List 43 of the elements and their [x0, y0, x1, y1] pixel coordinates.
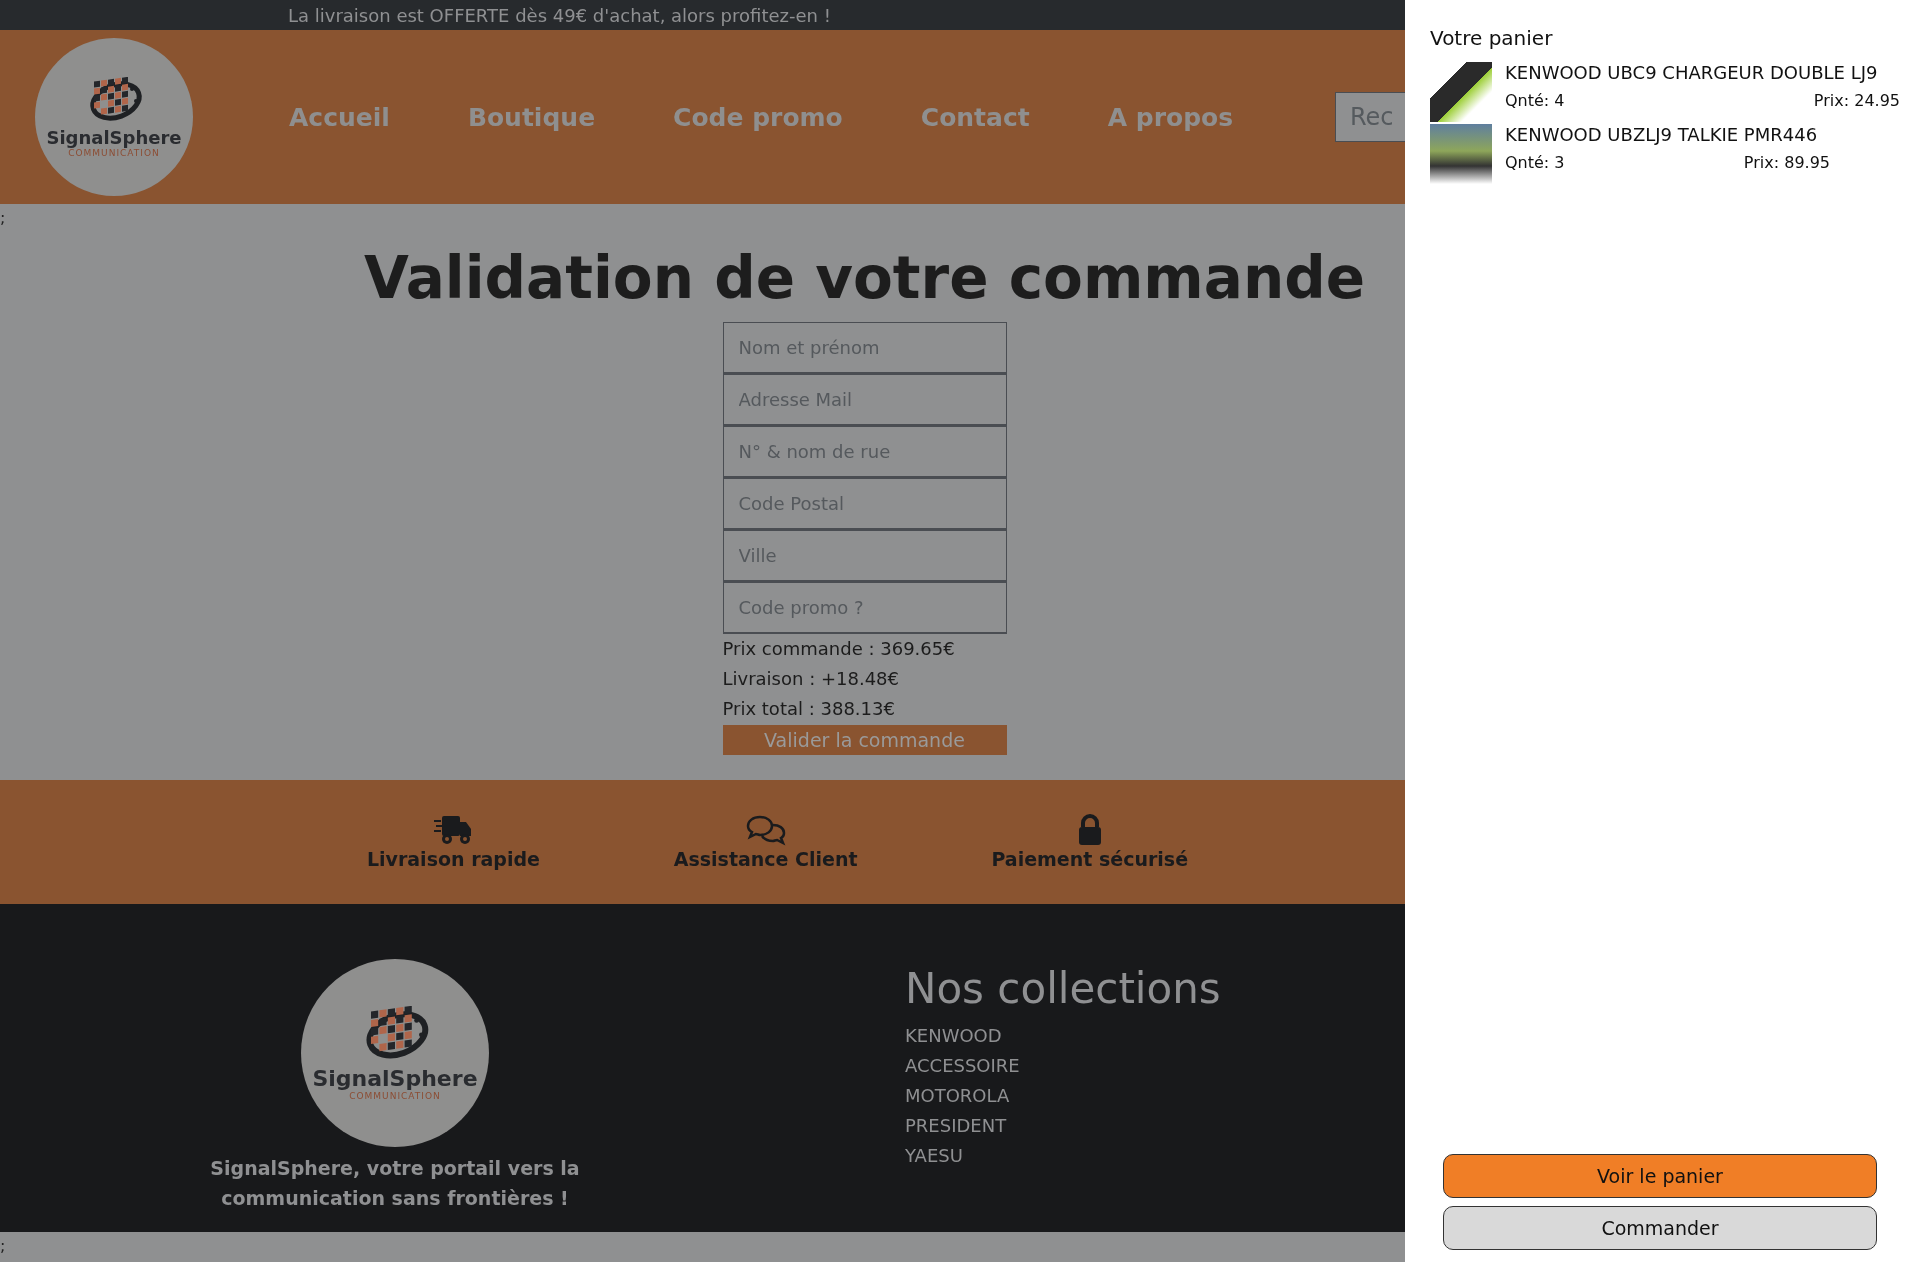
- page-title: Validation de votre commande: [363, 244, 1366, 312]
- product-name: KENWOOD UBC9 CHARGEUR DOUBLE LJ9: [1505, 62, 1879, 83]
- footer-slogan: SignalSphere, votre portail vers la communication sans frontières !: [209, 1156, 581, 1211]
- view-cart-button[interactable]: Voir le panier: [1443, 1154, 1877, 1198]
- stray-text: ;: [0, 208, 6, 227]
- input-field[interactable]: Ville: [722, 530, 1007, 582]
- search-field[interactable]: Rec: [1335, 92, 1405, 142]
- chat-bubbles-icon: [745, 814, 786, 846]
- input-field[interactable]: Adresse Mail: [722, 374, 1007, 426]
- truck-icon: [433, 814, 474, 846]
- collections-heading: Nos collections: [905, 964, 1221, 1013]
- input-field[interactable]: Nom et prénom: [722, 322, 1007, 374]
- logo-text: SignalSphere: [46, 126, 182, 148]
- quantity-text: Qnté: 4: [1505, 91, 1565, 110]
- order-button[interactable]: Commander: [1443, 1206, 1877, 1250]
- collection-link[interactable]: KENWOOD: [905, 1021, 1221, 1051]
- input-field[interactable]: Code Postal: [722, 478, 1007, 530]
- product-photo-placeholder: [1430, 124, 1492, 184]
- validate-button[interactable]: Valider la commande: [722, 725, 1007, 755]
- input-field[interactable]: N° & nom de rue: [722, 426, 1007, 478]
- announcement-text: La livraison est OFFERTE dès 49€ d'achat, alors profitez-en !: [288, 4, 831, 26]
- price-text: Prix: 89.95: [1743, 153, 1830, 172]
- collection-link[interactable]: YAESU: [905, 1141, 1221, 1171]
- product-name: KENWOOD UBZLJ9 TALKIE PMR446: [1505, 124, 1819, 145]
- quantity-text: Qnté: 3: [1505, 153, 1565, 172]
- feature-label: Paiement sécurisé: [991, 848, 1189, 870]
- price-text: Prix: 24.95: [1813, 91, 1900, 110]
- collection-link[interactable]: MOTOROLA: [905, 1081, 1221, 1111]
- summary-line: Prix total : 388.13€: [722, 697, 896, 721]
- collection-link[interactable]: PRESIDENT: [905, 1111, 1221, 1141]
- stray-text: ;: [0, 1236, 6, 1255]
- logo-text: SignalSphere: [312, 1065, 478, 1091]
- logo-tagline: COMMUNICATION: [68, 147, 160, 158]
- logo-badge[interactable]: SignalSphere COMMUNICATION: [35, 38, 193, 196]
- summary-line: Prix commande : 369.65€: [722, 637, 956, 661]
- feature-label: Assistance Client: [673, 848, 858, 870]
- logo-tagline: COMMUNICATION: [349, 1090, 441, 1101]
- collection-link[interactable]: ACCESSOIRE: [905, 1051, 1221, 1081]
- summary-line: Livraison : +18.48€: [722, 667, 900, 691]
- cart-title: Votre panier: [1430, 26, 1554, 50]
- feature-label: Livraison rapide: [366, 848, 540, 870]
- footer-logo-badge[interactable]: SignalSphere COMMUNICATION: [301, 959, 489, 1147]
- input-field[interactable]: Code promo ?: [722, 582, 1007, 634]
